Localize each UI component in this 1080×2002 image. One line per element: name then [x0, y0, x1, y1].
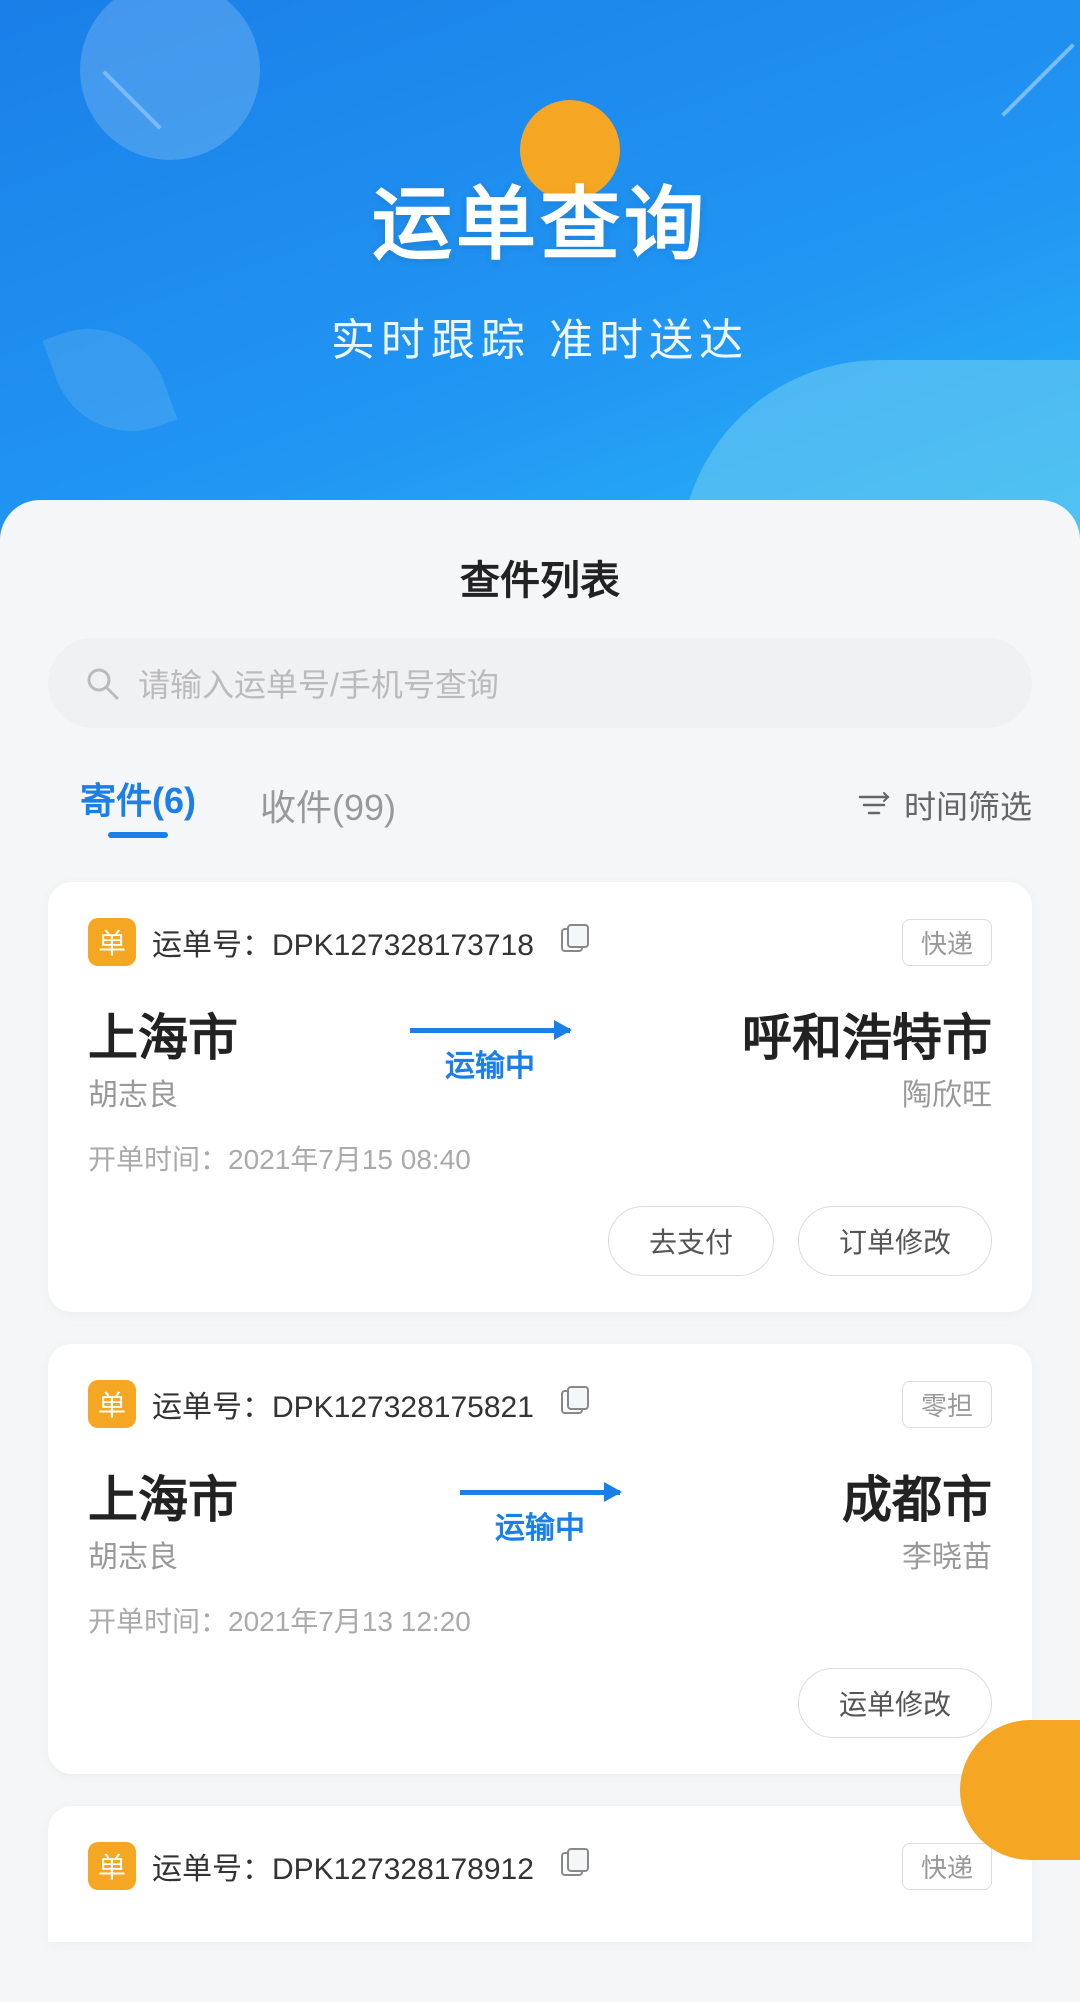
order-card-3-partial: 单 运单号：DPK127328178912 快递	[48, 1806, 1032, 1942]
order-header-3: 单 运单号：DPK127328178912 快递	[88, 1842, 992, 1890]
to-name-1: 陶欣旺	[742, 1070, 992, 1114]
filter-label: 时间筛选	[904, 782, 1032, 828]
order-type-badge-3: 快递	[902, 1843, 992, 1890]
route-middle-2: 运输中	[460, 1490, 620, 1547]
route-middle-1: 运输中	[410, 1028, 570, 1085]
route-row-1: 上海市 胡志良 运输中 呼和浩特市 陶欣旺	[88, 998, 992, 1114]
main-title: 运单查询	[372, 160, 708, 276]
order-icon-3: 单	[88, 1842, 136, 1890]
route-arrow-2	[460, 1490, 620, 1495]
filter-icon	[856, 787, 892, 823]
action-row-1: 去支付 订单修改	[88, 1206, 992, 1276]
order-number-1: 运单号：DPK127328173718	[152, 920, 534, 964]
route-arrow-1	[410, 1028, 570, 1033]
order-number-3: 运单号：DPK127328178912	[152, 1844, 534, 1888]
search-bar[interactable]: 请输入运单号/手机号查询	[48, 638, 1032, 728]
to-city-col-2: 成都市 李晓苗	[842, 1460, 992, 1576]
order-header-left-2: 单 运单号：DPK127328175821	[88, 1380, 592, 1428]
from-city-col-2: 上海市 胡志良	[88, 1460, 238, 1576]
route-row-2: 上海市 胡志良 运输中 成都市 李晓苗	[88, 1460, 992, 1576]
copy-icon-1[interactable]	[558, 921, 592, 963]
copy-icon-3[interactable]	[558, 1845, 592, 1887]
order-header-left-1: 单 运单号：DPK127328173718	[88, 918, 592, 966]
from-name-2: 胡志良	[88, 1532, 238, 1576]
copy-icon-2[interactable]	[558, 1383, 592, 1425]
from-name-1: 胡志良	[88, 1070, 238, 1114]
order-icon-text-2: 单	[98, 1384, 126, 1424]
sub-title: 实时跟踪 准时送达	[331, 304, 749, 368]
order-icon-1: 单	[88, 918, 136, 966]
tab-send-underline	[108, 832, 168, 838]
action-row-2: 运单修改	[88, 1668, 992, 1738]
from-city-2: 上海市	[88, 1460, 238, 1532]
order-header-2: 单 运单号：DPK127328175821 零担	[88, 1380, 992, 1428]
header-background: 运单查询 实时跟踪 准时送达	[0, 0, 1080, 560]
pay-button-1[interactable]: 去支付	[608, 1206, 774, 1276]
order-icon-text-1: 单	[98, 922, 126, 962]
from-city-col-1: 上海市 胡志良	[88, 998, 238, 1114]
order-card-1: 单 运单号：DPK127328173718 快递 上海市 胡志良	[48, 882, 1032, 1312]
order-header-1: 单 运单号：DPK127328173718 快递	[88, 918, 992, 966]
card-title: 查件列表	[460, 548, 620, 606]
order-type-badge-2: 零担	[902, 1381, 992, 1428]
route-status-1: 运输中	[445, 1041, 535, 1085]
tab-filter[interactable]: 时间筛选	[856, 782, 1032, 828]
to-name-2: 李晓苗	[842, 1532, 992, 1576]
modify-button-2[interactable]: 运单修改	[798, 1668, 992, 1738]
arrow-line-2	[460, 1490, 620, 1495]
header-content: 运单查询 实时跟踪 准时送达	[0, 0, 1080, 368]
card-title-bar: 查件列表	[0, 500, 1080, 638]
tab-send-label: 寄件(6)	[80, 772, 196, 824]
route-status-2: 运输中	[495, 1503, 585, 1547]
order-header-left-3: 单 运单号：DPK127328178912	[88, 1842, 592, 1890]
search-icon	[84, 665, 120, 701]
order-number-2: 运单号：DPK127328175821	[152, 1382, 534, 1426]
to-city-2: 成都市	[842, 1460, 992, 1532]
tabs-row: 寄件(6) 收件(99) 时间筛选	[0, 760, 1080, 850]
order-type-badge-1: 快递	[902, 919, 992, 966]
tab-receive[interactable]: 收件(99)	[228, 767, 428, 843]
arrow-line-1	[410, 1028, 570, 1033]
order-icon-2: 单	[88, 1380, 136, 1428]
from-city-1: 上海市	[88, 998, 238, 1070]
order-icon-text-3: 单	[98, 1846, 126, 1886]
order-card-2: 单 运单号：DPK127328175821 零担 上海市 胡志良	[48, 1344, 1032, 1774]
main-card: 查件列表 请输入运单号/手机号查询 寄件(6) 收件(99) 时间筛选	[0, 500, 1080, 2002]
to-city-col-1: 呼和浩特市 陶欣旺	[742, 998, 992, 1114]
to-city-1: 呼和浩特市	[742, 998, 992, 1070]
order-date-1: 开单时间：2021年7月15 08:40	[88, 1138, 992, 1178]
search-placeholder: 请输入运单号/手机号查询	[138, 660, 499, 706]
order-date-2: 开单时间：2021年7月13 12:20	[88, 1600, 992, 1640]
tab-send[interactable]: 寄件(6)	[48, 760, 228, 850]
tab-receive-label: 收件(99)	[260, 779, 396, 831]
modify-button-1[interactable]: 订单修改	[798, 1206, 992, 1276]
